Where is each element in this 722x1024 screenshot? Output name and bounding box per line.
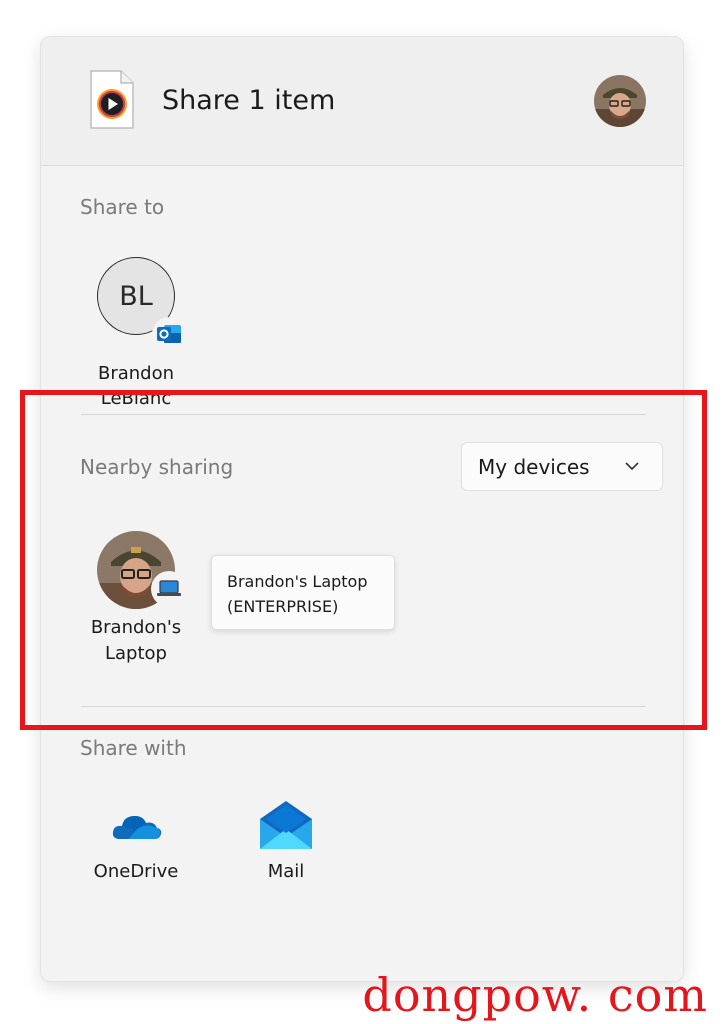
tooltip-line2: (ENTERPRISE) bbox=[227, 597, 339, 616]
chevron-down-icon bbox=[625, 462, 639, 471]
nearby-sharing-dropdown[interactable]: My devices bbox=[461, 442, 663, 491]
share-with-label: Share with bbox=[80, 736, 187, 760]
media-file-icon bbox=[90, 70, 134, 129]
nearby-sharing-label: Nearby sharing bbox=[80, 455, 234, 479]
outlook-icon bbox=[152, 317, 186, 351]
mail-icon bbox=[260, 801, 312, 849]
contact-name: Brandon LeBlanc bbox=[81, 361, 191, 411]
laptop-icon bbox=[151, 571, 187, 607]
watermark: dongpow. com bbox=[362, 968, 708, 1022]
device-tooltip: Brandon's Laptop (ENTERPRISE) bbox=[211, 555, 395, 630]
device-name-line1: Brandon's bbox=[90, 617, 182, 638]
share-to-label: Share to bbox=[80, 195, 165, 219]
app-label: Mail bbox=[267, 861, 305, 882]
onedrive-icon bbox=[112, 816, 162, 839]
device-name: Brandon's Laptop bbox=[81, 615, 191, 667]
app-label: OneDrive bbox=[93, 861, 179, 882]
user-avatar[interactable] bbox=[594, 75, 646, 127]
divider bbox=[81, 706, 646, 707]
dropdown-value: My devices bbox=[478, 454, 590, 479]
share-dialog: Share 1 item Share to BL Brandon LeBlanc… bbox=[40, 36, 684, 982]
divider bbox=[81, 414, 646, 415]
user-photo-icon bbox=[594, 75, 646, 127]
contact-last-name: LeBlanc bbox=[100, 388, 172, 409]
dialog-title: Share 1 item bbox=[162, 85, 336, 116]
tooltip-line1: Brandon's Laptop bbox=[227, 572, 368, 591]
share-header: Share 1 item bbox=[41, 37, 683, 166]
device-name-line2: Laptop bbox=[105, 643, 167, 664]
contact-first-name: Brandon bbox=[97, 363, 175, 384]
